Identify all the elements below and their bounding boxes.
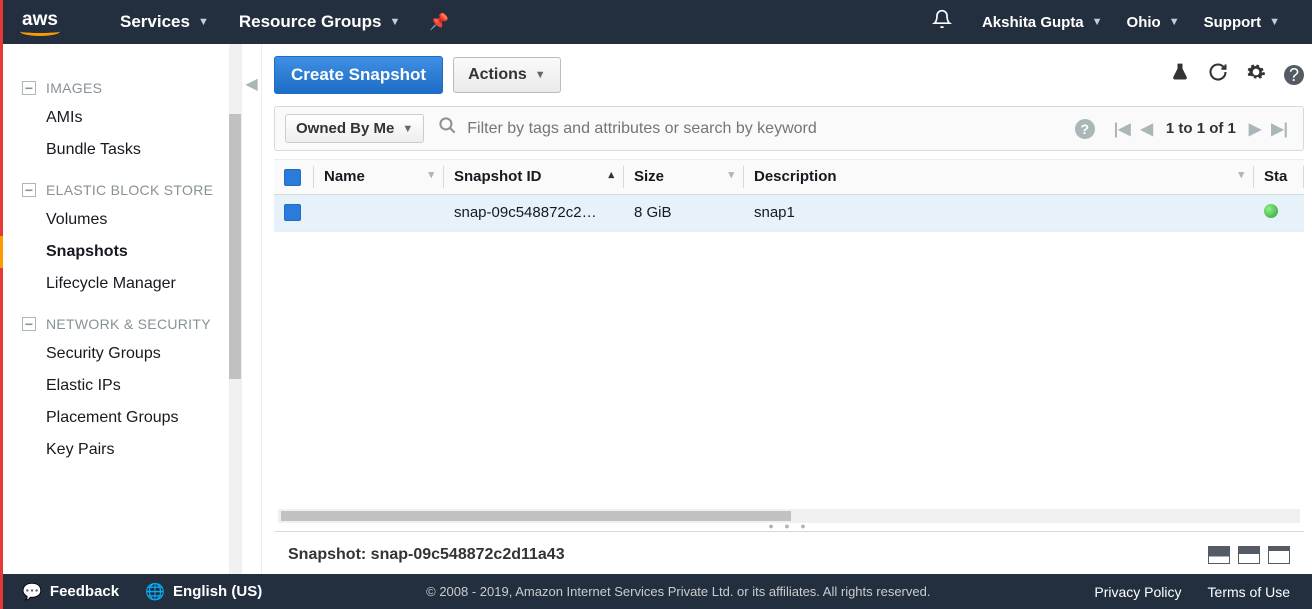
- table-row[interactable]: snap-09c548872c2… 8 GiB snap1: [274, 194, 1304, 231]
- snapshots-table: Name▾ Snapshot ID▴ Size▾ Description▾ St…: [274, 159, 1304, 232]
- chevron-down-icon: ▼: [198, 16, 209, 28]
- chevron-down-icon: ▼: [390, 16, 401, 28]
- cell-description: snap1: [744, 194, 1254, 231]
- language-selector[interactable]: 🌐 English (US): [145, 582, 262, 602]
- cell-snapshot-id: snap-09c548872c2…: [444, 194, 624, 231]
- pin-icon[interactable]: 📌: [415, 12, 463, 32]
- privacy-policy-link[interactable]: Privacy Policy: [1094, 584, 1181, 600]
- sidebar-item-placement-groups[interactable]: Placement Groups: [22, 402, 231, 434]
- region-menu[interactable]: Ohio ▼: [1115, 0, 1192, 44]
- ownership-filter-dropdown[interactable]: Owned By Me ▼: [285, 114, 424, 143]
- feedback-link[interactable]: 💬 Feedback: [22, 582, 119, 602]
- actions-label: Actions: [468, 66, 527, 84]
- cell-size: 8 GiB: [624, 194, 744, 231]
- sidebar-item-security-groups[interactable]: Security Groups: [22, 338, 231, 370]
- horizontal-scrollbar[interactable]: [278, 509, 1300, 523]
- aws-swoosh-icon: [20, 27, 60, 36]
- column-select-all[interactable]: [274, 160, 314, 195]
- row-checkbox[interactable]: [284, 204, 301, 221]
- copyright-text: © 2008 - 2019, Amazon Internet Services …: [262, 584, 1094, 599]
- experiment-icon[interactable]: [1170, 62, 1190, 88]
- pager-prev-icon[interactable]: ◀: [1136, 119, 1158, 139]
- select-all-checkbox[interactable]: [284, 169, 301, 186]
- settings-gear-icon[interactable]: [1246, 62, 1266, 88]
- services-label: Services: [120, 12, 190, 32]
- sort-icon: ▾: [728, 168, 734, 181]
- column-size[interactable]: Size▾: [624, 160, 744, 195]
- account-label: Akshita Gupta: [982, 14, 1084, 31]
- feedback-label: Feedback: [50, 583, 119, 600]
- actions-button[interactable]: Actions ▼: [453, 57, 561, 93]
- footer: 💬 Feedback 🌐 English (US) © 2008 - 2019,…: [0, 574, 1312, 609]
- layout-full-button[interactable]: [1208, 546, 1230, 564]
- sort-asc-icon: ▴: [608, 168, 614, 181]
- scrollbar-thumb[interactable]: [229, 114, 241, 379]
- refresh-icon[interactable]: [1208, 62, 1228, 88]
- chevron-down-icon: ▼: [1169, 16, 1180, 28]
- section-title-images: IMAGES: [46, 80, 102, 96]
- section-title-ebs: ELASTIC BLOCK STORE: [46, 182, 213, 198]
- filter-help-icon[interactable]: ?: [1075, 119, 1095, 139]
- resource-groups-label: Resource Groups: [239, 12, 382, 32]
- aws-logo[interactable]: aws: [20, 9, 60, 36]
- terms-of-use-link[interactable]: Terms of Use: [1208, 584, 1290, 600]
- sort-icon: ▾: [1238, 168, 1244, 181]
- support-menu[interactable]: Support ▼: [1192, 0, 1292, 44]
- sidebar-item-snapshots[interactable]: Snapshots: [0, 236, 231, 268]
- language-label: English (US): [173, 583, 262, 600]
- column-snapshot-id[interactable]: Snapshot ID▴: [444, 160, 624, 195]
- chevron-down-icon: ▼: [402, 123, 413, 135]
- column-name[interactable]: Name▾: [314, 160, 444, 195]
- detail-title: Snapshot: snap-09c548872c2d11a43: [288, 546, 1200, 564]
- section-toggle-images[interactable]: −: [22, 81, 36, 95]
- ownership-filter-label: Owned By Me: [296, 120, 394, 137]
- status-indicator-icon: [1264, 204, 1278, 218]
- pager-last-icon[interactable]: ▶|: [1266, 119, 1293, 139]
- section-title-network-security: NETWORK & SECURITY: [46, 316, 211, 332]
- help-icon[interactable]: ?: [1284, 65, 1304, 85]
- horizontal-scrollbar-thumb[interactable]: [281, 511, 791, 521]
- section-toggle-ebs[interactable]: −: [22, 183, 36, 197]
- account-menu[interactable]: Akshita Gupta ▼: [970, 0, 1115, 44]
- sort-icon: ▾: [428, 168, 434, 181]
- create-snapshot-button[interactable]: Create Snapshot: [274, 56, 443, 94]
- pager-first-icon[interactable]: |◀: [1109, 119, 1136, 139]
- support-label: Support: [1204, 14, 1262, 31]
- content-area: Create Snapshot Actions ▼ ? Owned By Me …: [262, 44, 1312, 574]
- top-navigation: aws Services ▼ Resource Groups ▼ 📌 Akshi…: [0, 0, 1312, 44]
- region-label: Ohio: [1127, 14, 1161, 31]
- chevron-down-icon: ▼: [1092, 16, 1103, 28]
- layout-split-button[interactable]: [1238, 546, 1260, 564]
- search-icon: [438, 116, 457, 141]
- sidebar-item-elastic-ips[interactable]: Elastic IPs: [22, 370, 231, 402]
- sidebar-item-lifecycle-manager[interactable]: Lifecycle Manager: [22, 268, 231, 300]
- resource-groups-menu[interactable]: Resource Groups ▼: [224, 0, 416, 44]
- section-toggle-network-security[interactable]: −: [22, 317, 36, 331]
- sidebar-item-key-pairs[interactable]: Key Pairs: [22, 434, 231, 466]
- globe-icon: 🌐: [145, 582, 165, 602]
- layout-minimal-button[interactable]: [1268, 546, 1290, 564]
- pager-next-icon[interactable]: ▶: [1244, 119, 1266, 139]
- chevron-down-icon: ▼: [1269, 16, 1280, 28]
- speech-bubble-icon: 💬: [22, 582, 42, 602]
- sidebar: − IMAGES AMIs Bundle Tasks − ELASTIC BLO…: [0, 44, 242, 574]
- search-input[interactable]: [467, 120, 1075, 138]
- sidebar-collapse-handle[interactable]: ◀: [242, 44, 262, 574]
- notifications-icon[interactable]: [914, 9, 970, 35]
- column-description[interactable]: Description▾: [744, 160, 1254, 195]
- services-menu[interactable]: Services ▼: [105, 0, 224, 44]
- sidebar-item-volumes[interactable]: Volumes: [22, 204, 231, 236]
- column-status[interactable]: Sta: [1254, 160, 1304, 195]
- chevron-down-icon: ▼: [535, 69, 546, 81]
- sidebar-item-amis[interactable]: AMIs: [22, 102, 231, 134]
- sidebar-item-bundle-tasks[interactable]: Bundle Tasks: [22, 134, 231, 166]
- cell-name: [314, 194, 444, 231]
- chevron-left-icon: ◀: [245, 74, 257, 94]
- pager-status: 1 to 1 of 1: [1166, 120, 1236, 137]
